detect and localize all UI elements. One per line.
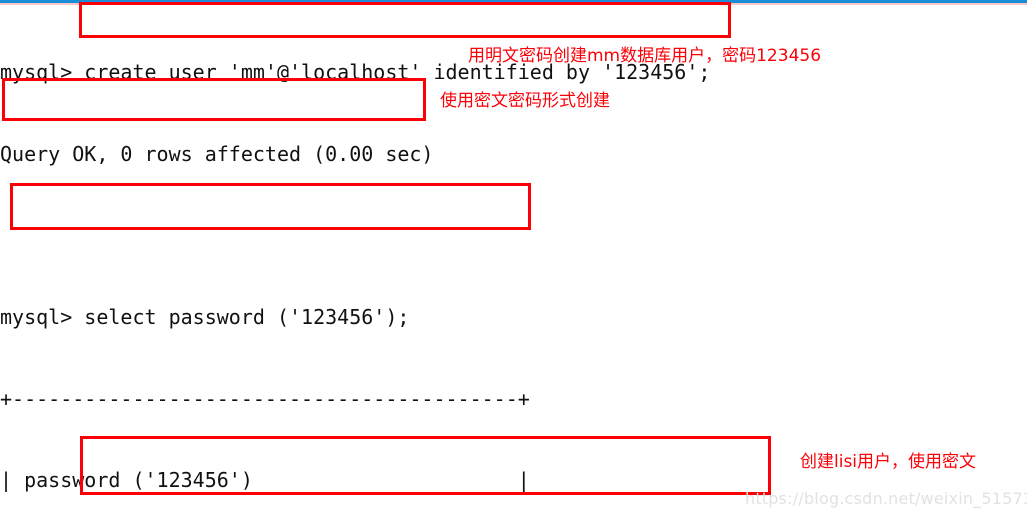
csdn-watermark: https://blog.csdn.net/weixin_51573771 <box>745 489 1027 508</box>
terminal-output: mysql> create user 'mm'@'localhost' iden… <box>0 5 1027 523</box>
terminal-line: Query OK, 0 rows affected (0.00 sec) <box>0 142 434 166</box>
terminal-line: mysql> select password ('123456'); <box>0 305 410 330</box>
create-lisi-user-note: 创建lisi用户，使用密文 <box>800 452 977 472</box>
ciphertext-create-note: 使用密文密码形式创建 <box>440 91 610 111</box>
terminal-line: +---------------------------------------… <box>0 386 530 411</box>
terminal-screenshot: mysql> create user 'mm'@'localhost' iden… <box>0 0 1027 523</box>
create-mm-user-note: 用明文密码创建mm数据库用户，密码123456 <box>468 46 822 66</box>
